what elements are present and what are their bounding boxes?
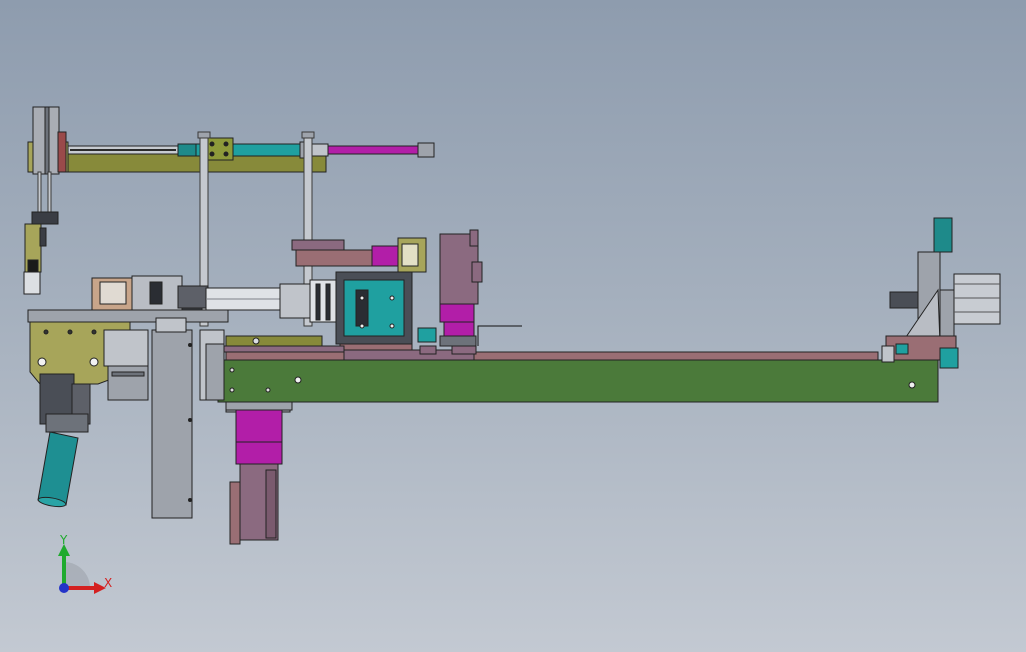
cad-viewport[interactable]: Y X — [0, 0, 1026, 652]
base-rail[interactable] — [223, 345, 879, 361]
tilted-teal-cylinder[interactable] — [37, 431, 79, 508]
y-axis-label: Y — [59, 533, 68, 547]
left-probe[interactable] — [23, 211, 59, 295]
magenta-motor-stack[interactable] — [417, 229, 522, 347]
x-axis-label: X — [104, 576, 112, 590]
right-end-cylinder[interactable] — [881, 217, 1001, 369]
axis-origin-dot — [59, 583, 69, 593]
lower-magenta-motor[interactable] — [225, 401, 293, 545]
coordinate-triad: Y X — [58, 533, 112, 594]
top-linear-actuator[interactable] — [27, 106, 435, 175]
teal-slide-block[interactable] — [335, 271, 413, 355]
cad-drawing[interactable]: Y X — [0, 0, 1026, 652]
